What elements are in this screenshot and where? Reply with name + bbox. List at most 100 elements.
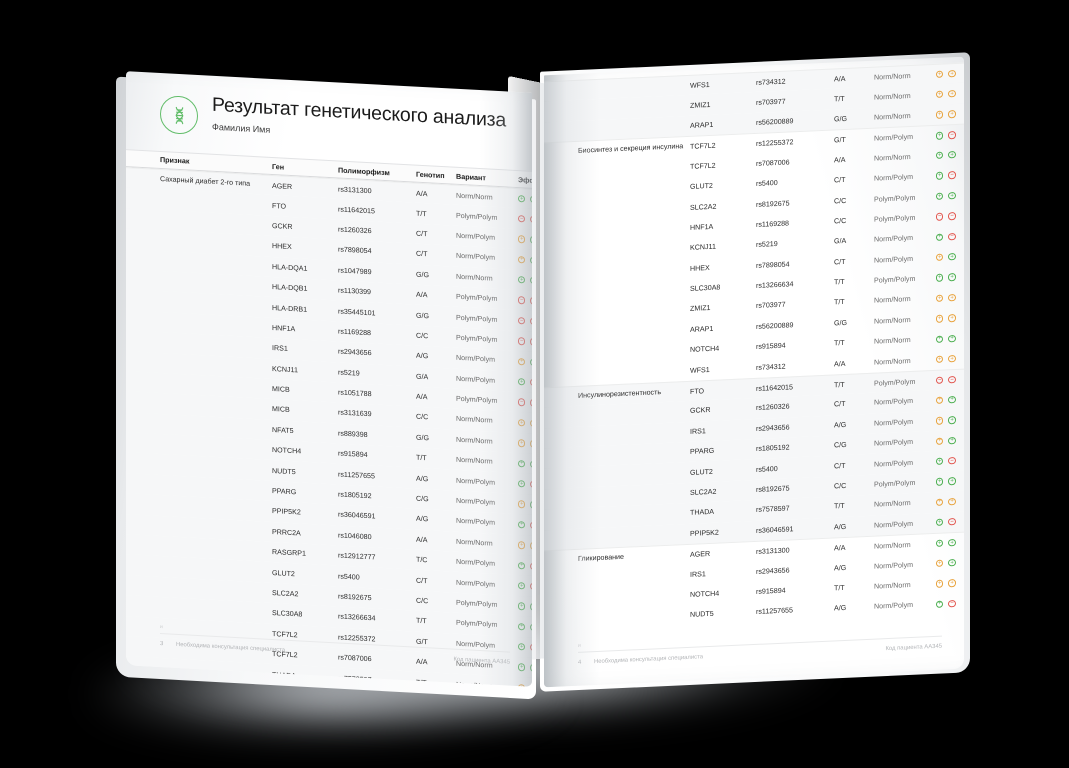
- cell-genotype: T/T: [834, 583, 845, 593]
- cell-polymorphism: rs1130399: [338, 286, 371, 297]
- effect-positive-icon: +: [518, 459, 526, 468]
- cell-polymorphism: rs56200889: [756, 117, 794, 127]
- cell-polymorphism: rs1805192: [756, 443, 790, 454]
- effect-neutral-icon: +: [936, 70, 944, 79]
- cell-genotype: C/T: [416, 229, 428, 239]
- cell-trait: Гликирование: [578, 552, 624, 563]
- cell-genotype: C/T: [416, 576, 428, 585]
- cell-trait: [578, 350, 690, 355]
- cell-trait: [160, 587, 272, 593]
- cell-effect: −−: [518, 398, 532, 407]
- cell-effect: ++: [518, 439, 532, 448]
- cell-polymorphism: rs734312: [756, 77, 786, 87]
- cell-genotype: A/A: [416, 535, 428, 545]
- cell-trait: [578, 187, 690, 192]
- cell-gene: KCNJ11: [690, 243, 716, 253]
- effect-positive-icon: +: [518, 561, 526, 570]
- cell-trait: [160, 485, 272, 491]
- effect-neutral-icon: +: [936, 437, 944, 445]
- cell-genotype: G/A: [416, 372, 429, 381]
- effect-neutral-icon: +: [936, 396, 944, 405]
- cell-gene: GLUT2: [272, 568, 295, 578]
- cell-effect: ++: [936, 334, 964, 343]
- effect-positive-icon: +: [948, 395, 956, 404]
- cell-gene: HHEX: [690, 263, 710, 273]
- cell-variant: Norm/Norm: [874, 91, 911, 102]
- effect-positive-icon: +: [936, 457, 944, 466]
- cell-gene: TCF7L2: [690, 141, 716, 151]
- effect-neutral-icon: +: [518, 500, 526, 509]
- cell-trait: Инсулинорезистентность: [578, 387, 662, 400]
- cell-effect: ++: [518, 418, 532, 428]
- cell-genotype: A/G: [834, 420, 847, 430]
- effect-positive-icon: +: [948, 477, 956, 486]
- cell-effect: +−: [518, 561, 532, 571]
- cell-variant: Norm/Norm: [874, 295, 911, 306]
- cell-gene: IRS1: [690, 426, 706, 436]
- cell-genotype: G/G: [834, 114, 848, 124]
- cell-effect: +−: [518, 480, 532, 489]
- cell-effect: +−: [936, 456, 964, 466]
- cell-genotype: C/C: [416, 331, 429, 341]
- effect-neutral-icon: +: [530, 439, 532, 448]
- cell-trait: [160, 342, 272, 348]
- effect-positive-icon: +: [948, 151, 956, 159]
- cell-genotype: C/T: [834, 461, 846, 471]
- cell-genotype: A/A: [834, 74, 846, 84]
- effect-positive-icon: +: [530, 623, 532, 632]
- cell-gene: WFS1: [690, 365, 710, 375]
- cell-effect: ++: [936, 69, 964, 79]
- effect-positive-icon: +: [530, 358, 532, 367]
- cell-effect: −−: [518, 214, 532, 224]
- cell-genotype: A/A: [416, 392, 428, 402]
- effect-positive-icon: +: [948, 273, 956, 282]
- effect-negative-icon: −: [530, 215, 532, 224]
- cell-polymorphism: rs5400: [338, 572, 360, 582]
- cell-gene: SLC2A2: [272, 588, 299, 599]
- cell-variant: Norm/Norm: [874, 580, 911, 591]
- cell-polymorphism: rs36046591: [338, 510, 376, 521]
- cell-polymorphism: rs1805192: [338, 490, 372, 501]
- cell-effect: +−: [936, 171, 964, 180]
- effect-positive-icon: +: [936, 131, 944, 140]
- cell-genotype: T/T: [416, 617, 427, 626]
- effect-neutral-icon: +: [948, 293, 956, 302]
- cell-effect: +−: [936, 599, 964, 608]
- column-header-trait: Признак: [160, 155, 190, 166]
- effect-neutral-icon: +: [936, 294, 944, 303]
- cell-effect: +−: [936, 130, 964, 140]
- effect-positive-icon: +: [530, 460, 532, 469]
- effect-neutral-icon: +: [936, 416, 944, 425]
- cell-effect: ++: [518, 255, 532, 265]
- effect-negative-icon: −: [530, 399, 532, 407]
- cell-variant: Norm/Norm: [874, 315, 911, 326]
- effect-positive-icon: +: [936, 151, 944, 160]
- cell-effect: ++: [936, 109, 964, 119]
- cell-polymorphism: rs915894: [338, 449, 368, 460]
- effect-negative-icon: −: [936, 212, 944, 221]
- cell-effect: +−: [936, 517, 964, 527]
- cell-gene: PRRC2A: [272, 527, 301, 538]
- effect-positive-icon: +: [518, 602, 526, 611]
- cell-trait: [160, 403, 272, 409]
- effect-neutral-icon: +: [530, 541, 532, 550]
- cell-genotype: C/G: [416, 494, 429, 504]
- cell-genotype: G/G: [416, 270, 430, 280]
- left-table-body: Сахарный диабет 2-го типа AGER rs3131300 A/…: [126, 167, 532, 687]
- cell-genotype: C/C: [834, 196, 847, 205]
- effect-positive-icon: +: [936, 600, 944, 608]
- effect-neutral-icon: +: [936, 90, 944, 99]
- cell-genotype: C/T: [416, 249, 428, 259]
- effect-negative-icon: −: [948, 599, 956, 608]
- effect-positive-icon: +: [948, 334, 956, 343]
- cell-genotype: T/T: [834, 94, 845, 104]
- effect-neutral-icon: +: [518, 235, 526, 244]
- cell-gene: SLC2A2: [690, 487, 717, 497]
- cell-polymorphism: rs2943656: [756, 423, 790, 433]
- cell-trait: [578, 534, 690, 539]
- effect-neutral-icon: +: [530, 419, 532, 428]
- cell-effect: −−: [936, 211, 964, 221]
- effect-neutral-icon: +: [518, 255, 526, 264]
- cell-gene: HLA-DQA1: [272, 262, 308, 273]
- cell-gene: FTO: [690, 386, 705, 396]
